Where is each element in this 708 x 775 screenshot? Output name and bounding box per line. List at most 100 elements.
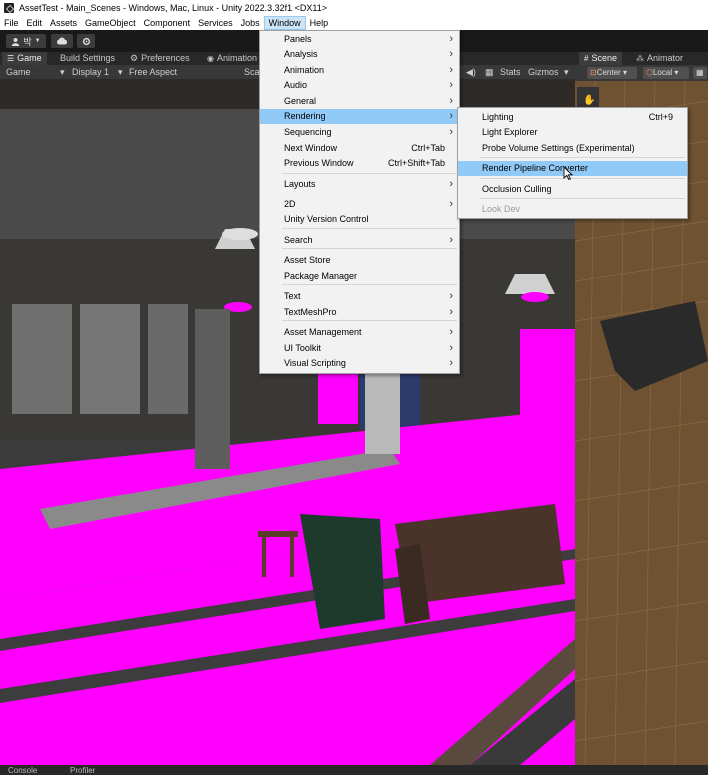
chevron-right-icon: ›: [449, 110, 453, 122]
tab-animator[interactable]: ⁂ Animator: [631, 52, 688, 65]
unity-logo-icon: [4, 3, 14, 13]
chevron-right-icon: ›: [449, 95, 453, 107]
window-menu-item-sequencing[interactable]: Sequencing ›: [260, 125, 459, 140]
window-menu-item-asset-store[interactable]: Asset Store: [260, 253, 459, 268]
menu-separator: [282, 173, 457, 174]
chevron-right-icon: ›: [449, 33, 453, 45]
tab-game[interactable]: ☰ Game: [2, 52, 47, 65]
tab-scene[interactable]: # Scene: [579, 52, 622, 65]
display-dropdown[interactable]: Display 1: [68, 65, 109, 79]
chevron-down-icon: ▾: [60, 67, 65, 77]
rendering-menu-item-occlusion-culling[interactable]: Occlusion Culling: [458, 182, 687, 197]
window-menu-item-layouts[interactable]: Layouts ›: [260, 177, 459, 192]
chevron-right-icon: ›: [449, 126, 453, 138]
menu-item-label: Previous Window: [284, 158, 354, 168]
menu-separator: [480, 198, 685, 199]
window-menu-item-rendering[interactable]: Rendering ›: [260, 109, 459, 124]
window-menu-item-asset-management[interactable]: Asset Management ›: [260, 325, 459, 340]
settings-button[interactable]: [77, 34, 95, 48]
cloud-icon: [56, 37, 68, 45]
window-menu-item-package-manager[interactable]: Package Manager: [260, 269, 459, 284]
menu-help[interactable]: Help: [306, 16, 333, 30]
menu-edit[interactable]: Edit: [23, 16, 47, 30]
audio-icon[interactable]: ◀): [462, 65, 476, 79]
menu-item-label: Text: [284, 291, 301, 301]
window-menu-item-panels[interactable]: Panels ›: [260, 32, 459, 47]
tab-profiler[interactable]: Profiler: [70, 766, 95, 775]
window-menu-item-audio[interactable]: Audio ›: [260, 78, 459, 93]
chevron-right-icon: ›: [449, 64, 453, 76]
aspect-dropdown[interactable]: Free Aspect: [125, 65, 177, 79]
grid-icon[interactable]: ▦: [481, 65, 494, 79]
menu-item-label: General: [284, 96, 317, 106]
chevron-right-icon: ›: [449, 342, 453, 354]
cloud-button[interactable]: [51, 34, 73, 48]
menu-item-shortcut: Ctrl+9: [648, 112, 673, 122]
window-menu-item-analysis[interactable]: Analysis ›: [260, 47, 459, 62]
window-menu: Panels › Analysis › Animation › Audio › General ›…: [259, 30, 460, 374]
chevron-right-icon: ›: [449, 234, 453, 246]
tab-console[interactable]: Console: [8, 766, 37, 775]
tab-build-settings-label: Build Settings: [60, 53, 116, 63]
pivot-icon: ⊡: [590, 68, 597, 77]
menu-file[interactable]: File: [0, 16, 23, 30]
menu-item-label: Unity Version Control: [284, 214, 369, 224]
menu-item-label: Sequencing: [284, 127, 332, 137]
hand-tool-icon[interactable]: ✋: [583, 95, 595, 106]
rendering-menu-item-probe-volume-settings-experimental[interactable]: Probe Volume Settings (Experimental): [458, 141, 687, 156]
tab-preferences[interactable]: ⚙ Preferences: [125, 52, 195, 65]
menu-separator: [480, 178, 685, 179]
stats-button[interactable]: Stats: [496, 65, 521, 79]
scale-label: Sca: [244, 67, 260, 77]
game-mode-dropdown[interactable]: Game: [2, 65, 31, 79]
tab-build-settings[interactable]: Build Settings: [55, 52, 120, 65]
window-menu-item-animation[interactable]: Animation ›: [260, 63, 459, 78]
menu-assets[interactable]: Assets: [46, 16, 81, 30]
mouse-cursor-icon: [563, 165, 574, 181]
chevron-down-icon: ▼: [34, 38, 41, 44]
chevron-down-icon: ▾: [118, 67, 123, 77]
chevron-right-icon: ›: [449, 178, 453, 190]
tab-preferences-label: Preferences: [141, 53, 190, 63]
window-menu-item-ui-toolkit[interactable]: UI Toolkit ›: [260, 341, 459, 356]
space-local-dropdown[interactable]: ⬡Local ▾: [643, 67, 689, 79]
rendering-submenu: Lighting Ctrl+9 Light Explorer Probe Volume…: [457, 107, 688, 219]
window-menu-item-visual-scripting[interactable]: Visual Scripting ›: [260, 356, 459, 371]
window-menu-item-2d[interactable]: 2D ›: [260, 197, 459, 212]
window-menu-item-general[interactable]: General ›: [260, 94, 459, 109]
menu-gameobject[interactable]: GameObject: [81, 16, 140, 30]
rendering-menu-item-light-explorer[interactable]: Light Explorer: [458, 125, 687, 140]
grid-icon: #: [584, 54, 589, 63]
window-menu-item-search[interactable]: Search ›: [260, 233, 459, 248]
animation-icon: ◉: [207, 54, 214, 63]
account-button[interactable]: 박 ▼: [6, 34, 46, 48]
menu-separator: [282, 248, 457, 249]
chevron-right-icon: ›: [449, 48, 453, 60]
menu-item-label: Look Dev: [482, 204, 521, 214]
menu-item-label: Layouts: [284, 179, 316, 189]
menu-item-label: Light Explorer: [482, 127, 538, 137]
window-menu-item-previous-window[interactable]: Previous Window Ctrl+Shift+Tab: [260, 156, 459, 171]
window-menu-item-textmeshpro[interactable]: TextMeshPro ›: [260, 305, 459, 320]
menu-item-label: Package Manager: [284, 271, 358, 281]
menu-component[interactable]: Component: [140, 16, 195, 30]
menu-separator: [282, 320, 457, 321]
window-menu-item-text[interactable]: Text ›: [260, 289, 459, 304]
chevron-right-icon: ›: [449, 290, 453, 302]
gizmos-button[interactable]: Gizmos: [524, 65, 559, 79]
grid-snap-button[interactable]: ▦: [693, 67, 707, 79]
cube-icon: ⬡: [646, 68, 653, 77]
chevron-right-icon: ›: [449, 198, 453, 210]
window-menu-item-next-window[interactable]: Next Window Ctrl+Tab: [260, 141, 459, 156]
window-menu-item-unity-version-control[interactable]: Unity Version Control: [260, 212, 459, 227]
menu-item-shortcut: Ctrl+Shift+Tab: [387, 158, 445, 168]
menu-jobs[interactable]: Jobs: [237, 16, 264, 30]
rendering-menu-item-lighting[interactable]: Lighting Ctrl+9: [458, 110, 687, 125]
tab-animation[interactable]: ◉ Animation: [202, 52, 262, 65]
menu-services[interactable]: Services: [194, 16, 237, 30]
account-label: 박: [23, 36, 32, 47]
chevron-right-icon: ›: [449, 326, 453, 338]
menu-window[interactable]: Window: [263, 16, 306, 30]
pivot-center-dropdown[interactable]: ⊡Center ▾: [587, 67, 637, 79]
gear-icon: [82, 37, 90, 45]
